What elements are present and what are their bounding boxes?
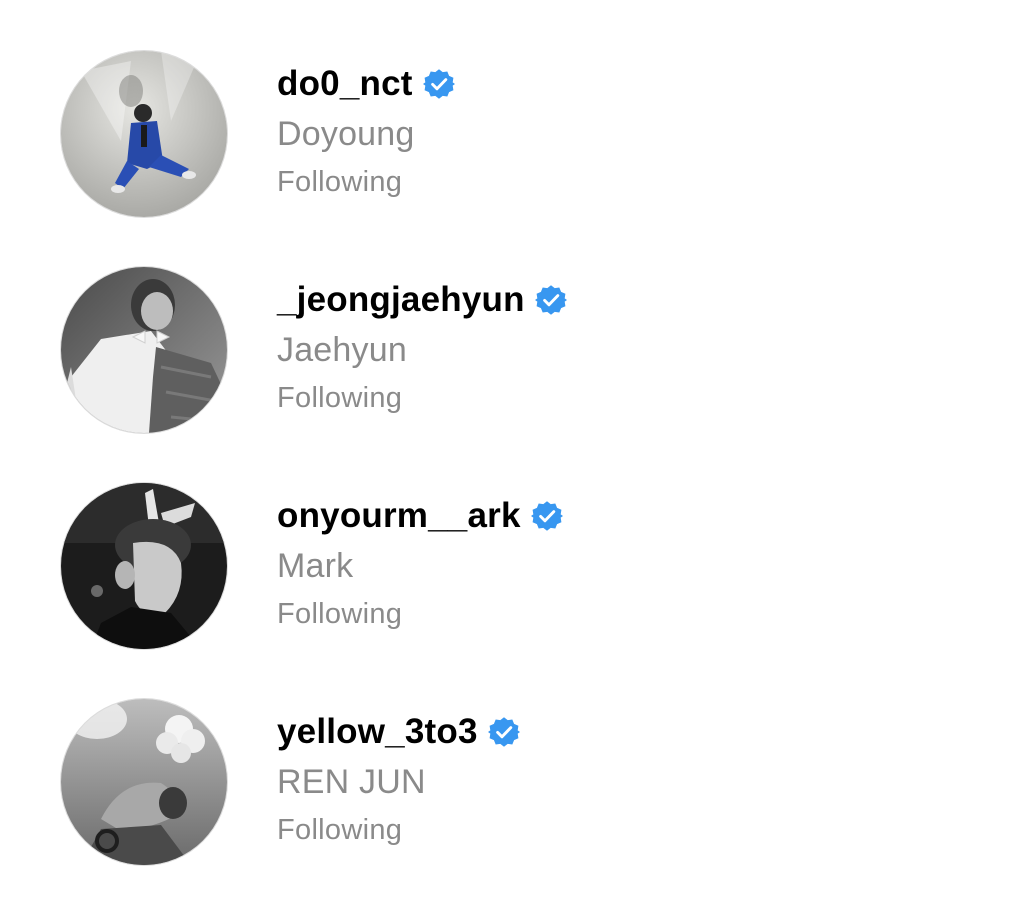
avatar[interactable] — [61, 267, 227, 433]
username[interactable]: onyourm__ark — [277, 496, 521, 536]
verified-badge-icon — [530, 500, 563, 532]
username[interactable]: _jeongjaehyun — [277, 280, 525, 320]
following-status: Following — [277, 382, 403, 414]
list-item[interactable]: _jeongjaehyun Jaehyun Following — [0, 267, 1021, 467]
avatar[interactable] — [61, 51, 227, 217]
full-name: Jaehyun — [277, 331, 407, 369]
following-list: do0_nct Doyoung Following _jeongjaehyun … — [0, 0, 1021, 889]
verified-badge-icon — [487, 716, 520, 748]
following-status: Following — [277, 814, 403, 846]
following-status: Following — [277, 166, 403, 198]
full-name: REN JUN — [277, 763, 426, 801]
avatar-photo — [61, 699, 227, 865]
list-item[interactable]: do0_nct Doyoung Following — [0, 51, 1021, 251]
avatar-photo — [61, 267, 227, 433]
avatar-photo — [61, 51, 227, 217]
username[interactable]: do0_nct — [277, 64, 413, 104]
full-name: Mark — [277, 547, 354, 585]
verified-badge-icon — [534, 284, 567, 316]
list-item[interactable]: onyourm__ark Mark Following — [0, 483, 1021, 683]
avatar[interactable] — [61, 483, 227, 649]
full-name: Doyoung — [277, 115, 415, 153]
username[interactable]: yellow_3to3 — [277, 712, 478, 752]
avatar[interactable] — [61, 699, 227, 865]
verified-badge-icon — [422, 68, 455, 100]
following-status: Following — [277, 598, 403, 630]
list-item[interactable]: yellow_3to3 REN JUN Following — [0, 699, 1021, 899]
avatar-photo — [61, 483, 227, 649]
